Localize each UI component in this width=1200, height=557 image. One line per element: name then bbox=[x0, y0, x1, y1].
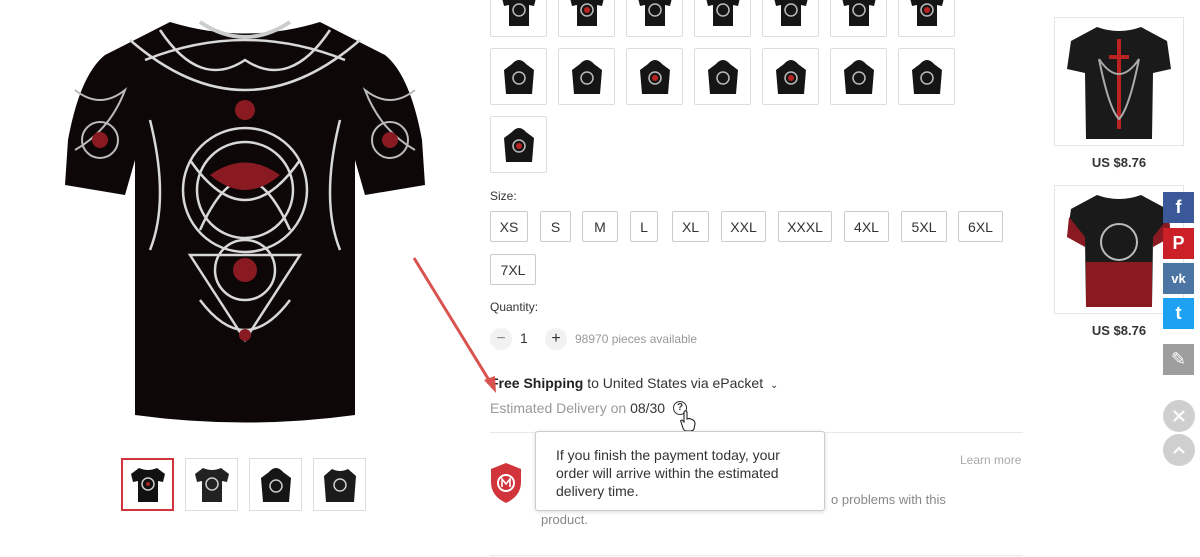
tshirt-black-dragon-image bbox=[1067, 27, 1171, 139]
swatch-garment-icon bbox=[707, 59, 738, 94]
vk-share-button[interactable]: vk bbox=[1163, 263, 1194, 294]
color-swatch-tshirt-red[interactable] bbox=[558, 0, 615, 37]
twitter-share-button[interactable]: t bbox=[1163, 298, 1194, 329]
recommended-price: US $8.76 bbox=[1091, 155, 1147, 170]
swatch-garment-icon bbox=[502, 0, 535, 26]
quantity-increase-button[interactable]: + bbox=[545, 328, 567, 350]
close-button[interactable] bbox=[1163, 400, 1195, 432]
thumbnail-tshirt-alt[interactable] bbox=[185, 458, 238, 511]
size-option-l[interactable]: L bbox=[630, 211, 658, 242]
free-shipping-label: Free Shipping bbox=[490, 375, 584, 391]
size-option-xl[interactable]: XL bbox=[672, 211, 709, 242]
color-swatch-tshirt-grey[interactable] bbox=[626, 0, 683, 37]
color-swatch-hoodie-red-set[interactable] bbox=[762, 48, 819, 105]
buyer-protection-shield-icon bbox=[491, 463, 521, 503]
color-swatch-tshirt-dark[interactable] bbox=[694, 0, 751, 37]
thumbnail-tshirt-front[interactable] bbox=[121, 458, 174, 511]
recommended-product-card[interactable] bbox=[1054, 17, 1184, 146]
size-option-4xl[interactable]: 4XL bbox=[844, 211, 889, 242]
chevron-up-icon bbox=[1173, 446, 1185, 454]
swatch-garment-icon bbox=[910, 0, 943, 26]
twitter-icon: t bbox=[1175, 303, 1182, 323]
quantity-label: Quantity: bbox=[490, 300, 539, 314]
quantity-decrease-button[interactable]: − bbox=[490, 328, 512, 350]
estimated-delivery-date: 08/30 bbox=[630, 400, 666, 416]
swatch-garment-icon bbox=[842, 0, 875, 26]
delivery-tooltip: If you finish the payment today, your or… bbox=[535, 431, 825, 511]
protection-line-1: o problems with this bbox=[831, 492, 946, 507]
scroll-top-button[interactable] bbox=[1163, 434, 1195, 466]
swatch-garment-icon bbox=[843, 59, 874, 94]
hand-cursor-icon bbox=[680, 410, 696, 432]
edit-icon: ✎ bbox=[1170, 349, 1187, 369]
size-option-xxxl[interactable]: XXXL bbox=[778, 211, 832, 242]
swatch-garment-icon bbox=[570, 0, 603, 26]
color-swatch-tshirt[interactable] bbox=[490, 0, 547, 37]
quantity-available: 98970 pieces available bbox=[575, 332, 698, 346]
swatch-garment-icon bbox=[571, 59, 602, 94]
color-swatch-hoodie-black[interactable] bbox=[694, 48, 751, 105]
learn-more-link[interactable]: Learn more bbox=[960, 453, 1021, 467]
tshirt-thumb-icon bbox=[194, 467, 229, 502]
facebook-icon: f bbox=[1175, 197, 1182, 217]
hoodie-thumb-icon bbox=[260, 467, 291, 502]
vk-icon: vk bbox=[1171, 271, 1186, 286]
size-option-7xl[interactable]: 7XL bbox=[490, 254, 536, 285]
swatch-garment-icon bbox=[706, 0, 739, 26]
pinterest-share-button[interactable]: P bbox=[1163, 228, 1194, 259]
color-swatch-tshirt-black[interactable] bbox=[762, 0, 819, 37]
tshirt-thumb-icon bbox=[130, 467, 165, 502]
swatch-garment-icon bbox=[638, 0, 671, 26]
size-option-xs[interactable]: XS bbox=[490, 211, 528, 242]
color-swatch-jacket-grey[interactable] bbox=[558, 48, 615, 105]
size-label: Size: bbox=[490, 189, 517, 203]
thumbnail-hoodie-front[interactable] bbox=[249, 458, 302, 511]
estimated-delivery: Estimated Delivery on 08/30 bbox=[490, 400, 665, 416]
size-option-6xl[interactable]: 6XL bbox=[958, 211, 1003, 242]
estimated-delivery-label: Estimated Delivery on bbox=[490, 400, 627, 416]
product-main-image[interactable] bbox=[50, 0, 440, 440]
swatch-garment-icon bbox=[911, 59, 942, 94]
size-option-m[interactable]: M bbox=[582, 211, 618, 242]
size-option-5xl[interactable]: 5XL bbox=[901, 211, 947, 242]
tshirt-red-dragon-image bbox=[1067, 195, 1171, 307]
swatch-garment-icon bbox=[503, 127, 534, 162]
color-swatch-jacket-red[interactable] bbox=[626, 48, 683, 105]
edit-share-button[interactable]: ✎ bbox=[1163, 344, 1194, 375]
size-option-s[interactable]: S bbox=[540, 211, 571, 242]
color-swatch-tshirt-white-print[interactable] bbox=[830, 0, 887, 37]
color-swatch-tshirt-red-print[interactable] bbox=[898, 0, 955, 37]
size-option-xxl[interactable]: XXL bbox=[721, 211, 766, 242]
protection-line-2: product. bbox=[541, 512, 588, 527]
shipping-selector[interactable]: Free Shipping to United States via ePack… bbox=[490, 375, 778, 391]
shipping-destination: to United States via ePacket bbox=[587, 375, 764, 391]
swatch-garment-icon bbox=[639, 59, 670, 94]
close-icon bbox=[1173, 410, 1185, 422]
sweatshirt-thumb-icon bbox=[323, 468, 356, 502]
section-divider bbox=[490, 555, 1023, 556]
color-swatch-hoodie-set-grey[interactable] bbox=[490, 48, 547, 105]
color-swatch-hoodie-red[interactable] bbox=[490, 116, 547, 173]
quantity-value[interactable]: 1 bbox=[520, 330, 528, 346]
swatch-garment-icon bbox=[775, 59, 806, 94]
pinterest-icon: P bbox=[1172, 233, 1185, 253]
chevron-down-icon: ⌄ bbox=[770, 380, 779, 391]
color-swatch-hoodie-grey-set[interactable] bbox=[830, 48, 887, 105]
color-swatch-hoodie-dark[interactable] bbox=[898, 48, 955, 105]
thumbnail-strip bbox=[121, 458, 366, 511]
thumbnail-sweatshirt-front[interactable] bbox=[313, 458, 366, 511]
facebook-share-button[interactable]: f bbox=[1163, 192, 1194, 223]
swatch-garment-icon bbox=[503, 59, 534, 94]
tshirt-illustration bbox=[65, 20, 425, 423]
swatch-garment-icon bbox=[774, 0, 807, 26]
